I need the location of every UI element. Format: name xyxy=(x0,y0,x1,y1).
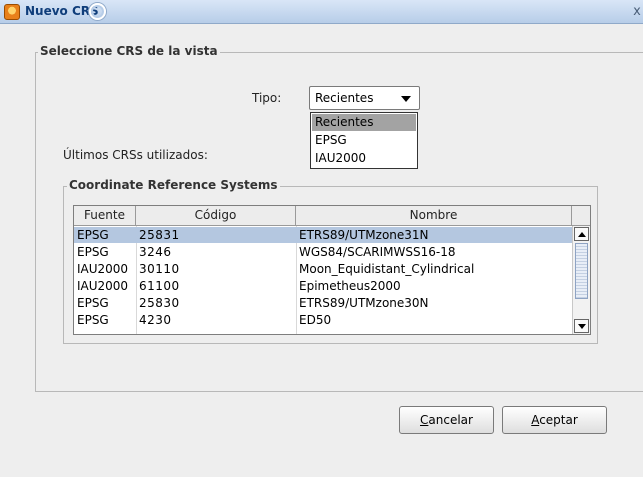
cell-fuente: EPSG xyxy=(77,296,109,310)
cell-nombre: Moon_Equidistant_Cylindrical xyxy=(299,262,475,276)
scroll-up-arrow-icon xyxy=(578,232,586,237)
scroll-down-button[interactable] xyxy=(574,319,589,333)
column-header-codigo[interactable]: Código xyxy=(136,206,296,226)
accept-button[interactable]: Aceptar xyxy=(502,406,607,434)
title-swirl-icon xyxy=(89,3,106,20)
accept-mnemonic: A xyxy=(531,413,540,427)
dropdown-option-iau2000[interactable]: IAU2000 xyxy=(312,150,416,167)
cell-codigo: 61100 xyxy=(139,279,180,293)
table-row[interactable]: EPSG 3246 WGS84/SCARIMWSS16-18 xyxy=(74,244,572,260)
tipo-combobox[interactable]: Recientes xyxy=(309,86,420,110)
cell-codigo: 25831 xyxy=(139,228,180,242)
crs-selection-legend: Seleccione CRS de la vista xyxy=(38,44,220,58)
chevron-down-icon[interactable] xyxy=(401,96,411,102)
cell-fuente: IAU2000 xyxy=(77,262,129,276)
cell-fuente: EPSG xyxy=(77,245,109,259)
cancel-button[interactable]: Cancelar xyxy=(399,406,494,434)
cell-codigo: 30110 xyxy=(139,262,180,276)
tipo-combobox-value: Recientes xyxy=(315,91,374,105)
dropdown-option-epsg[interactable]: EPSG xyxy=(312,132,416,149)
cell-fuente: EPSG xyxy=(77,228,109,242)
cell-fuente: IAU2000 xyxy=(77,279,129,293)
scrollbar-thumb[interactable] xyxy=(575,243,588,299)
table-vertical-scrollbar[interactable] xyxy=(572,226,590,334)
coordinate-reference-systems-legend: Coordinate Reference Systems xyxy=(67,178,280,192)
cell-nombre: Epimetheus2000 xyxy=(299,279,401,293)
column-header-fuente[interactable]: Fuente xyxy=(74,206,136,226)
cell-nombre: ETRS89/UTMzone31N xyxy=(299,228,429,242)
window-title: Nuevo CRS xyxy=(25,4,99,18)
table-row[interactable]: IAU2000 30110 Moon_Equidistant_Cylindric… xyxy=(74,261,572,277)
table-row[interactable]: EPSG 25831 ETRS89/UTMzone31N xyxy=(74,227,572,243)
table-row[interactable]: EPSG 25830 ETRS89/UTMzone30N xyxy=(74,295,572,311)
accept-label: ceptar xyxy=(539,413,578,427)
column-header-corner xyxy=(572,206,590,226)
cell-nombre: ETRS89/UTMzone30N xyxy=(299,296,429,310)
cell-fuente: EPSG xyxy=(77,313,109,327)
cancel-label: ancelar xyxy=(428,413,473,427)
scroll-down-arrow-icon xyxy=(578,324,586,329)
close-icon[interactable]: x xyxy=(631,4,643,20)
cell-codigo: 3246 xyxy=(139,245,172,259)
tipo-dropdown-list: Recientes EPSG IAU2000 xyxy=(310,112,418,169)
ultimos-crs-label: Últimos CRSs utilizados: xyxy=(63,148,208,162)
cell-codigo: 4230 xyxy=(139,313,172,327)
table-row[interactable]: EPSG 4230 ED50 xyxy=(74,312,572,328)
app-orange-icon xyxy=(4,4,20,20)
cell-nombre: WGS84/SCARIMWSS16-18 xyxy=(299,245,456,259)
cell-codigo: 25830 xyxy=(139,296,180,310)
cell-nombre: ED50 xyxy=(299,313,332,327)
window-titlebar[interactable]: Nuevo CRS x xyxy=(0,0,643,24)
column-header-nombre[interactable]: Nombre xyxy=(296,206,572,226)
table-header: Fuente Código Nombre xyxy=(74,206,590,226)
table-row[interactable]: IAU2000 61100 Epimetheus2000 xyxy=(74,278,572,294)
scroll-up-button[interactable] xyxy=(574,227,589,241)
dropdown-option-recientes[interactable]: Recientes xyxy=(312,114,416,131)
tipo-label: Tipo: xyxy=(252,91,282,105)
crs-table: Fuente Código Nombre EPSG 25831 ETRS89/U… xyxy=(73,205,591,335)
